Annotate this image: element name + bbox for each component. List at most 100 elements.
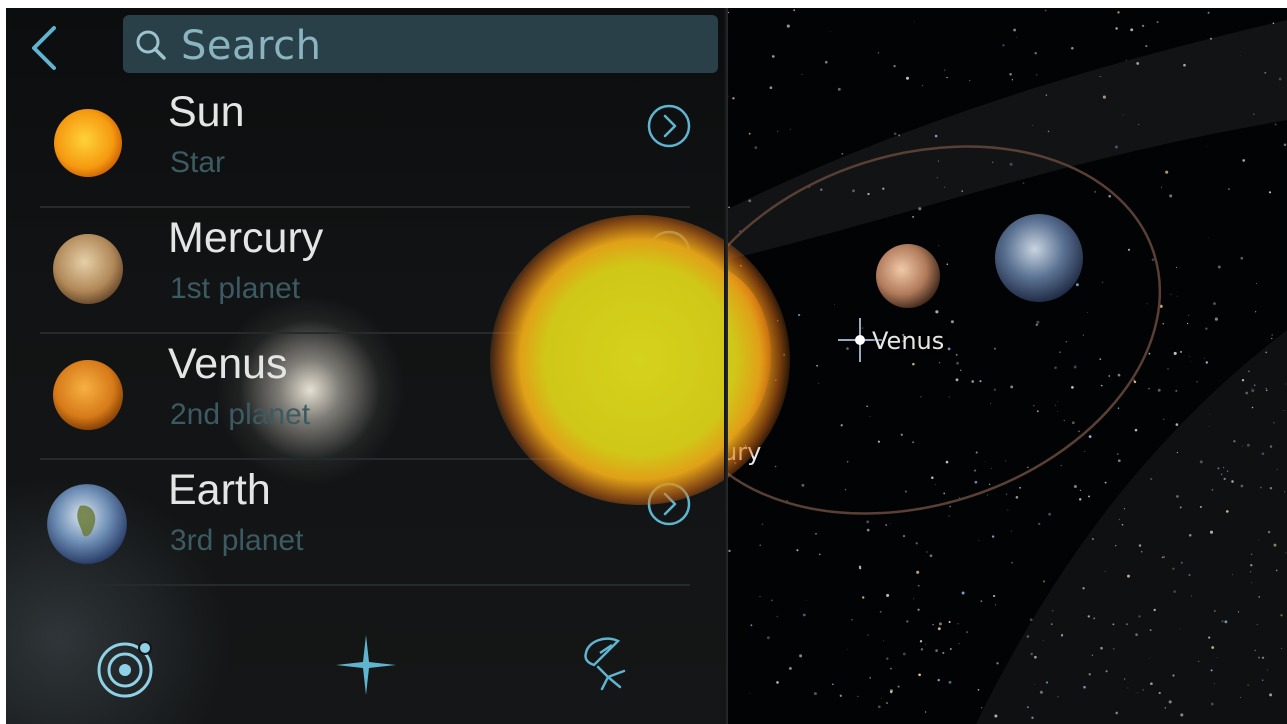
- background-star: [759, 544, 761, 546]
- list-item-earth[interactable]: Earth 3rd planet: [40, 460, 693, 586]
- space-view[interactable]: Venus ury: [726, 0, 1287, 724]
- search-placeholder: Search: [181, 23, 322, 69]
- background-star: [1078, 430, 1080, 433]
- background-star: [1079, 489, 1082, 492]
- background-star: [920, 648, 924, 651]
- background-star: [906, 76, 909, 80]
- background-star: [776, 681, 779, 684]
- background-star: [1075, 283, 1079, 287]
- background-star: [815, 533, 817, 535]
- background-star: [918, 673, 921, 677]
- background-star: [1009, 72, 1012, 76]
- background-star: [771, 55, 775, 58]
- earth-planet[interactable]: [995, 214, 1083, 302]
- background-star: [1086, 312, 1088, 314]
- background-star: [761, 523, 764, 526]
- background-star: [946, 76, 948, 79]
- background-star: [1142, 24, 1145, 27]
- background-star: [1006, 493, 1008, 495]
- background-star: [948, 515, 950, 517]
- background-star: [886, 702, 888, 704]
- background-star: [1130, 28, 1134, 32]
- background-star: [980, 600, 983, 603]
- background-star: [1173, 351, 1177, 355]
- mercury-label-partial[interactable]: ury: [726, 438, 761, 466]
- search-input[interactable]: Search: [123, 15, 718, 73]
- background-star: [1170, 293, 1172, 295]
- background-star: [885, 524, 888, 526]
- background-star: [1084, 450, 1086, 452]
- background-star: [776, 615, 779, 618]
- background-star: [1056, 411, 1058, 412]
- background-star: [912, 598, 914, 600]
- panel-edge: [724, 0, 728, 724]
- background-star: [766, 636, 770, 640]
- background-star: [1082, 334, 1084, 336]
- background-star: [732, 97, 735, 100]
- background-star: [847, 461, 849, 463]
- detail-chevron-icon[interactable]: [645, 228, 693, 276]
- background-star: [834, 304, 835, 305]
- detail-chevron-icon[interactable]: [645, 354, 693, 402]
- background-star: [897, 685, 900, 688]
- background-star: [1073, 484, 1077, 489]
- list-item-sun[interactable]: Sun Star: [40, 82, 693, 208]
- venus-planet[interactable]: [876, 244, 940, 308]
- background-star: [783, 353, 786, 356]
- background-star: [748, 132, 751, 135]
- background-star: [1242, 159, 1245, 162]
- list-item-mercury[interactable]: Mercury 1st planet: [40, 208, 693, 334]
- background-star: [949, 648, 952, 650]
- background-star: [956, 361, 959, 365]
- background-star: [1099, 358, 1102, 360]
- background-star: [1148, 387, 1150, 390]
- background-star: [1207, 11, 1210, 14]
- background-star: [789, 128, 791, 130]
- background-star: [750, 624, 753, 627]
- venus-label[interactable]: Venus: [872, 327, 944, 355]
- satellite-dish-icon[interactable]: [578, 633, 638, 693]
- object-name: Mercury: [168, 214, 324, 262]
- detail-chevron-icon[interactable]: [645, 480, 693, 528]
- background-star: [991, 535, 995, 538]
- background-star: [801, 483, 805, 487]
- background-star: [975, 451, 978, 454]
- background-star: [929, 554, 933, 558]
- background-star: [1002, 44, 1005, 47]
- background-star: [1268, 191, 1272, 194]
- solar-system-icon[interactable]: [96, 637, 158, 699]
- background-star: [1027, 466, 1029, 469]
- object-subtitle: 2nd planet: [170, 398, 311, 431]
- background-star: [904, 490, 907, 493]
- background-star: [841, 152, 844, 155]
- detail-chevron-icon[interactable]: [645, 102, 693, 150]
- background-star: [949, 505, 951, 508]
- background-star: [1007, 509, 1009, 511]
- background-star: [882, 640, 885, 642]
- background-star: [818, 382, 820, 384]
- background-star: [1005, 460, 1007, 462]
- background-star: [1036, 410, 1039, 413]
- background-star: [974, 469, 977, 472]
- background-star: [987, 494, 989, 496]
- star-icon[interactable]: [334, 633, 398, 697]
- background-star: [990, 402, 992, 404]
- background-star: [971, 380, 975, 383]
- object-name: Sun: [168, 88, 245, 136]
- background-star: [935, 484, 936, 485]
- background-star: [788, 666, 792, 670]
- list-item-venus[interactable]: Venus 2nd planet: [40, 334, 693, 460]
- background-star: [1022, 182, 1025, 184]
- background-star: [1036, 320, 1040, 324]
- background-star: [948, 396, 950, 398]
- background-star: [861, 327, 864, 329]
- background-star: [1016, 36, 1018, 38]
- back-chevron-icon[interactable]: [24, 22, 68, 74]
- background-star: [813, 692, 817, 696]
- background-star: [866, 405, 868, 408]
- background-star: [1071, 421, 1075, 425]
- background-star: [1078, 498, 1082, 501]
- background-star: [1160, 186, 1162, 188]
- background-star: [1101, 281, 1104, 284]
- background-star: [877, 705, 881, 709]
